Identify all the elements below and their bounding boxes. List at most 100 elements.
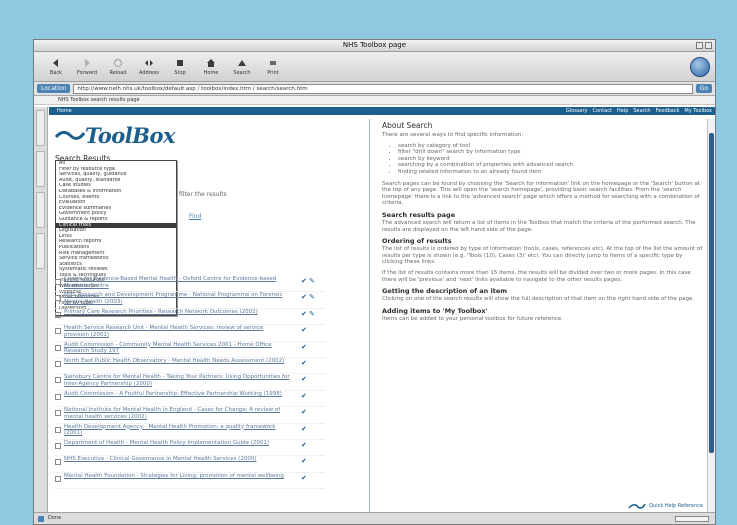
result-checkbox[interactable] xyxy=(55,295,61,302)
result-link[interactable]: Audit Commission - A Fruitful Partnershi… xyxy=(64,391,290,405)
result-edit-icon[interactable]: ✎ xyxy=(309,293,315,301)
print-button[interactable]: Print xyxy=(259,57,287,76)
reload-label: Reload xyxy=(109,70,127,76)
nav-link-search[interactable]: Search xyxy=(633,108,650,114)
scrollbar-thumb[interactable] xyxy=(709,133,714,453)
filter-text: filter the results xyxy=(179,191,227,198)
forward-button[interactable]: Forward xyxy=(73,57,101,76)
result-check-icon[interactable]: ✔ xyxy=(301,457,307,465)
search-results-panel: Search Results filter the results Find A… xyxy=(55,152,355,512)
status-text: Done xyxy=(48,515,62,521)
result-link[interactable]: Health Development Agency - Mental Healt… xyxy=(64,424,290,438)
result-checkbox[interactable] xyxy=(55,279,61,285)
result-checkbox[interactable] xyxy=(55,426,61,433)
result-checkbox[interactable] xyxy=(55,311,61,318)
nav-home-link[interactable]: Home xyxy=(57,108,72,114)
result-check-icon[interactable]: ✔ xyxy=(301,392,307,400)
result-row: NHS Research and Development Programme -… xyxy=(55,292,325,309)
result-check-icon[interactable]: ✔ xyxy=(301,359,307,367)
reload-button[interactable]: Reload xyxy=(104,57,132,76)
result-checkbox[interactable] xyxy=(55,410,61,417)
result-checkbox[interactable] xyxy=(55,475,61,482)
search-button[interactable]: Search xyxy=(228,57,256,76)
result-link[interactable]: Sainsbury Centre for Mental Health - Tak… xyxy=(64,374,290,388)
close-button[interactable] xyxy=(705,42,712,49)
ordering-text-2: If the list of results contains more tha… xyxy=(382,269,691,283)
panel-divider xyxy=(369,119,370,512)
wave-logo-icon xyxy=(55,130,85,140)
address-button[interactable]: Address xyxy=(135,57,163,76)
result-check-icon[interactable]: ✔ xyxy=(301,277,307,285)
go-button[interactable]: Go xyxy=(695,84,712,93)
url-field[interactable]: http://www.nelh.nhs.uk/toolbox/default.a… xyxy=(73,83,693,94)
results-page-heading: Search results page xyxy=(382,210,456,219)
result-check-icon[interactable]: ✔ xyxy=(301,375,307,383)
result-link[interactable]: Primary Care Research Priorities - Resea… xyxy=(64,309,290,323)
address-icon xyxy=(143,57,155,69)
result-link[interactable]: Department of Health - Mental Health Pol… xyxy=(64,440,290,454)
result-link[interactable]: National Institute for Mental Health in … xyxy=(64,407,290,421)
result-check-icon[interactable]: ✔ xyxy=(301,441,307,449)
result-checkbox[interactable] xyxy=(55,344,61,351)
search-method-item: searching by a combination of properties… xyxy=(398,162,704,169)
print-icon xyxy=(267,57,279,69)
result-check-icon[interactable]: ✔ xyxy=(301,343,307,351)
sidebar-tabs xyxy=(34,107,48,512)
sidebar-tab-2[interactable] xyxy=(36,151,45,187)
result-check-icon[interactable]: ✔ xyxy=(301,425,307,433)
address-bar: Location http://www.nelh.nhs.uk/toolbox/… xyxy=(34,82,715,96)
links-bar[interactable]: NHS Toolbox search results page xyxy=(34,96,715,105)
result-checkbox[interactable] xyxy=(55,393,61,400)
logo-text: ToolBox xyxy=(85,122,176,148)
result-check-icon[interactable]: ✔ xyxy=(301,326,307,334)
result-link[interactable]: Health Service Research Unit - Mental He… xyxy=(64,325,290,339)
result-row: Department of Health - Mental Health Pol… xyxy=(55,440,325,457)
result-check-icon[interactable]: ✔ xyxy=(301,310,307,318)
status-bar: Done xyxy=(34,512,715,524)
result-checkbox[interactable] xyxy=(55,459,61,466)
result-link[interactable]: North East Public Health Observatory - M… xyxy=(64,358,290,372)
back-arrow-icon xyxy=(50,57,62,69)
result-link[interactable]: NHS Research and Development Programme -… xyxy=(64,292,290,306)
description-text: Clicking on one of the search results wi… xyxy=(382,296,695,303)
result-edit-icon[interactable]: ✎ xyxy=(309,310,315,318)
result-row: NHS Executive - Clinical Governance in M… xyxy=(55,456,325,473)
back-button[interactable]: Back xyxy=(42,57,70,76)
browser-window: NHS Toolbox page Back Forward Reload Add… xyxy=(33,39,716,525)
footer-wave-icon xyxy=(628,503,646,509)
search-method-item: filter "drill down" search by informatio… xyxy=(398,149,704,156)
result-link[interactable]: Audit Commission - Community Mental Heal… xyxy=(64,342,290,356)
result-link[interactable]: NHS Executive - Clinical Governance in M… xyxy=(64,456,290,470)
nav-link-contact[interactable]: Contact xyxy=(593,108,612,114)
stop-label: Stop xyxy=(174,70,186,76)
sidebar-tab-4[interactable] xyxy=(36,233,45,269)
search-label: Search xyxy=(233,70,251,76)
results-list: Centre for Evidence-Based Mental Health … xyxy=(55,276,325,490)
result-checkbox[interactable] xyxy=(55,377,61,384)
minimize-button[interactable] xyxy=(696,42,703,49)
vertical-scrollbar[interactable] xyxy=(707,119,715,512)
description-heading: Getting the description of an item xyxy=(382,287,508,296)
result-row: Primary Care Research Priorities - Resea… xyxy=(55,309,325,326)
nav-link-feedback[interactable]: Feedback xyxy=(656,108,680,114)
stop-button[interactable]: Stop xyxy=(166,57,194,76)
result-check-icon[interactable]: ✔ xyxy=(301,293,307,301)
result-check-icon[interactable]: ✔ xyxy=(301,408,307,416)
result-link[interactable]: Mental Health Foundation - Strategies fo… xyxy=(64,473,290,487)
result-checkbox[interactable] xyxy=(55,442,61,449)
sidebar-tab-1[interactable] xyxy=(36,110,45,146)
about-search-title: About Search xyxy=(382,121,433,130)
result-link[interactable]: Centre for Evidence-Based Mental Health … xyxy=(64,276,290,290)
address-label: Address xyxy=(139,70,159,76)
result-check-icon[interactable]: ✔ xyxy=(301,474,307,482)
nav-link-glossary[interactable]: Glossary xyxy=(566,108,588,114)
result-checkbox[interactable] xyxy=(55,328,61,335)
result-checkbox[interactable] xyxy=(55,360,61,367)
find-button[interactable]: Find xyxy=(189,213,201,220)
print-label: Print xyxy=(267,70,279,76)
result-edit-icon[interactable]: ✎ xyxy=(309,277,315,285)
sidebar-tab-3[interactable] xyxy=(36,192,45,228)
home-button[interactable]: Home xyxy=(197,57,225,76)
nav-link-my-toolbox[interactable]: My Toolbox xyxy=(684,108,712,114)
nav-link-help[interactable]: Help xyxy=(617,108,628,114)
